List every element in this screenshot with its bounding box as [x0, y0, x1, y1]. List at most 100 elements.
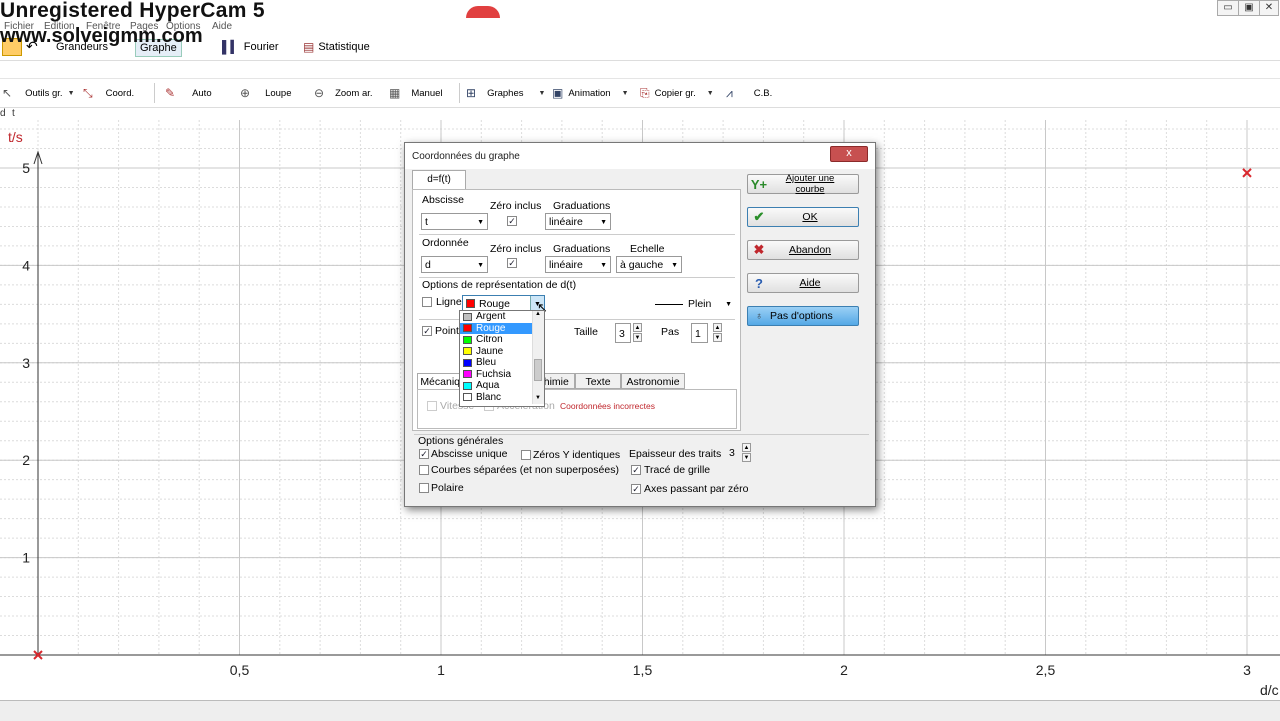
y-tick-label: 2 [22, 452, 30, 468]
add-curve-label: Ajouter une courbe [785, 173, 835, 195]
ok-label: OK [802, 211, 818, 223]
ordonnee-grad-value: linéaire [549, 259, 583, 271]
chevron-down-icon: ▼ [538, 89, 546, 97]
subbar-d: d [0, 108, 6, 119]
spin-up-icon[interactable]: ▲ [713, 323, 722, 332]
courbes-separees-checkbox[interactable] [419, 465, 429, 475]
abscisse-grad-label: Graduations [553, 200, 611, 212]
color-option-rouge[interactable]: Rouge [460, 322, 532, 334]
vitesse-checkbox[interactable] [427, 401, 437, 411]
color-swatch [463, 358, 472, 367]
color-option-aqua[interactable]: Aqua [460, 380, 532, 392]
ligne-checkbox[interactable] [422, 297, 432, 307]
chevron-down-icon: ▼ [671, 262, 678, 269]
polaire-label: Polaire [431, 482, 464, 494]
echelle-select[interactable]: à gauche ▼ [616, 256, 682, 273]
add-curve-button[interactable]: Y+ Ajouter une courbe [747, 173, 859, 195]
tab-astronomie[interactable]: Astronomie [621, 373, 685, 389]
auto-button[interactable]: ✎ Auto [165, 85, 212, 101]
color-option-label: Aqua [476, 380, 500, 391]
graphes-button[interactable]: ⊞ Graphes ▼ [466, 85, 545, 101]
pas-options-button[interactable]: ♁ Pas d'options [747, 306, 859, 326]
abscisse-select[interactable]: t ▼ [421, 213, 488, 230]
abscisse-zero-checkbox[interactable]: ✓ [507, 216, 517, 226]
maximize-button[interactable]: ▣ [1238, 0, 1260, 16]
polaire-checkbox[interactable] [419, 483, 429, 493]
ordonnee-grad-label: Graduations [553, 243, 611, 255]
taille-spinner[interactable]: ▲ ▼ [633, 323, 642, 343]
color-dropdown-list[interactable]: Argent Rouge Citron Jaune Bleu Fuchsia Aqua Bla… [459, 310, 545, 407]
scroll-thumb[interactable] [534, 359, 542, 381]
spin-down-icon[interactable]: ▼ [633, 333, 642, 342]
check-icon: ✔ [753, 209, 765, 224]
statistique-button[interactable]: ▤ Statistique [303, 39, 370, 55]
color-option-argent[interactable]: Argent [460, 311, 532, 323]
copier-button[interactable]: ⎘ Copier gr. ▼ [640, 85, 714, 101]
statistique-chart-icon: ▤ [303, 40, 315, 54]
trace-grille-checkbox[interactable]: ✓ [631, 465, 641, 475]
abscisse-grad-select[interactable]: linéaire ▼ [545, 213, 611, 230]
abandon-button[interactable]: ✖ Abandon [747, 240, 859, 260]
spin-down-icon[interactable]: ▼ [742, 453, 751, 462]
color-option-blanc[interactable]: Blanc [460, 392, 532, 404]
pas-spinner[interactable]: ▲ ▼ [713, 323, 722, 343]
abscisse-unique-checkbox[interactable]: ✓ [419, 449, 429, 459]
graphs-icon: ⊞ [466, 86, 477, 100]
pas-input[interactable]: 1 [691, 323, 708, 343]
ligne-color-value: Rouge [479, 298, 510, 310]
coord-button[interactable]: ⤡ Coord. [83, 85, 134, 101]
color-option-bleu[interactable]: Bleu [460, 357, 532, 369]
dialog-close-button[interactable]: x [830, 146, 868, 162]
taille-input[interactable]: 3 [615, 323, 631, 343]
spin-down-icon[interactable]: ▼ [713, 333, 722, 342]
divider [419, 277, 735, 278]
x-unit-label: d/c [1260, 682, 1279, 698]
outils-button[interactable]: ↖ Outils gr. ▼ [2, 85, 75, 101]
color-swatch [463, 370, 472, 379]
color-swatch [463, 381, 472, 390]
tab-d-of-t[interactable]: d=f(t) [412, 170, 466, 189]
subbar-t: t [12, 108, 15, 119]
x-tick-label: 3 [1243, 662, 1251, 678]
ordonnee-label: Ordonnée [422, 237, 469, 249]
color-option-jaune[interactable]: Jaune [460, 346, 532, 358]
scroll-up-icon[interactable]: ▲ [535, 311, 541, 317]
ordonnee-grad-select[interactable]: linéaire ▼ [545, 256, 611, 273]
ordonnee-zero-checkbox[interactable]: ✓ [507, 258, 517, 268]
color-option-fuchsia[interactable]: Fuchsia [460, 369, 532, 381]
axes-zero-checkbox[interactable]: ✓ [631, 484, 641, 494]
epaisseur-input[interactable]: 3 [726, 443, 740, 463]
color-option-citron[interactable]: Citron [460, 334, 532, 346]
point-checkbox[interactable]: ✓ [422, 326, 432, 336]
aide-button[interactable]: ? Aide [747, 273, 859, 293]
scroll-down-icon[interactable]: ▼ [535, 395, 541, 401]
ok-button[interactable]: ✔ OK [747, 207, 859, 227]
epaisseur-spinner[interactable]: ▲ ▼ [742, 443, 751, 463]
manuel-button[interactable]: ▦ Manuel [389, 85, 443, 101]
close-window-button[interactable]: ✕ [1259, 0, 1279, 16]
graph-toolbar: ↖ Outils gr. ▼ ⤡ Coord. ✎ Auto ⊕ Loupe ⊖ Zoom … [0, 78, 1280, 108]
cb-button[interactable]: ⩘ C.B. [726, 85, 772, 101]
dialog-title-bar: Coordonnées du graphe x [405, 143, 875, 169]
dropdown-scrollbar[interactable]: ▲ ▼ [532, 311, 544, 404]
dialog-title: Coordonnées du graphe [412, 151, 520, 162]
animation-button[interactable]: ▣ Animation ▼ [552, 85, 629, 101]
color-swatch [463, 324, 472, 333]
fourier-button[interactable]: ▌▍ Fourier [222, 39, 279, 55]
sub-bar: d t [0, 106, 1280, 120]
ordonnee-select[interactable]: d ▼ [421, 256, 488, 273]
loupe-button[interactable]: ⊕ Loupe [240, 85, 291, 101]
spin-up-icon[interactable]: ▲ [633, 323, 642, 332]
minimize-button[interactable]: ▭ [1217, 0, 1239, 16]
statistique-label: Statistique [318, 41, 370, 53]
tab-texte[interactable]: Texte [575, 373, 621, 389]
courbes-separees-label: Courbes séparées (et non superposées) [431, 464, 619, 476]
zeros-y-checkbox[interactable] [521, 450, 531, 460]
help-icon: ? [755, 275, 763, 291]
color-swatch [466, 299, 475, 308]
point-label: Point [435, 325, 459, 337]
zoom-arriere-button[interactable]: ⊖ Zoom ar. [314, 85, 373, 101]
ligne-style-select[interactable]: Plein ▼ [653, 296, 735, 313]
chevron-down-icon: ▼ [725, 301, 732, 308]
spin-up-icon[interactable]: ▲ [742, 443, 751, 452]
